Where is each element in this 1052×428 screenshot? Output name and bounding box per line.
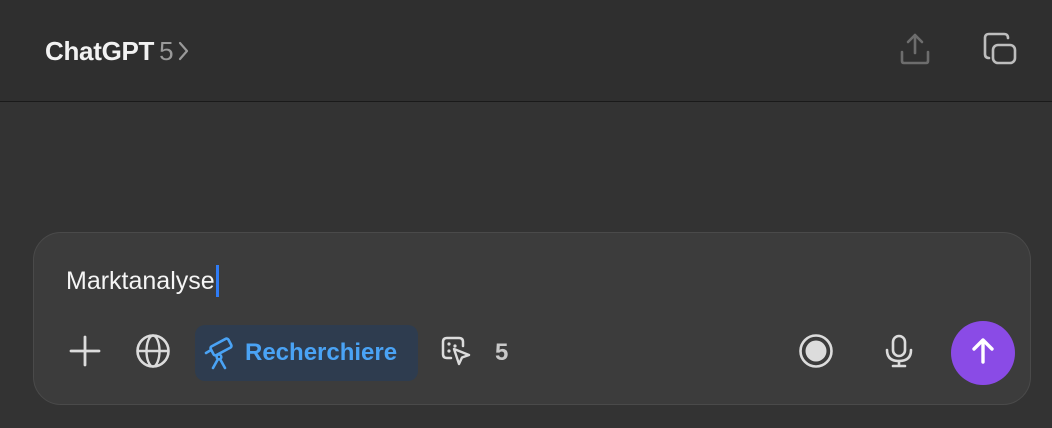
plus-icon	[68, 334, 102, 373]
agent-mode-button[interactable]	[437, 334, 475, 372]
model-version: 5	[159, 35, 174, 66]
text-caret	[215, 265, 219, 297]
share-icon	[897, 31, 933, 72]
globe-icon	[135, 333, 171, 374]
voice-mode-button[interactable]	[797, 333, 835, 374]
microphone-icon	[882, 333, 916, 374]
dictation-button[interactable]	[880, 334, 918, 372]
voice-mode-icon	[798, 333, 834, 374]
chat-window: ChatGPT 5 Marktanalyse Recherchiere 5	[0, 0, 1052, 428]
agent-count: 5	[495, 339, 509, 366]
header-bar: ChatGPT 5	[0, 0, 1052, 102]
web-search-button[interactable]	[134, 333, 172, 374]
deep-research-toggle[interactable]: Recherchiere	[195, 325, 418, 381]
model-name: ChatGPT	[45, 35, 155, 66]
prompt-input[interactable]: Marktanalyse	[66, 261, 219, 301]
arrow-up-icon	[968, 336, 998, 371]
agent-cursor-icon	[439, 334, 473, 373]
share-button[interactable]	[895, 31, 935, 71]
temporary-chat-icon	[981, 30, 1019, 73]
temporary-chat-button[interactable]	[980, 31, 1020, 71]
deep-research-label: Recherchiere	[245, 339, 398, 366]
prompt-text: Marktanalyse	[66, 266, 215, 295]
chevron-right-icon	[178, 41, 190, 61]
telescope-icon	[203, 336, 237, 370]
add-attachment-button[interactable]	[66, 334, 104, 372]
model-switcher[interactable]: ChatGPT 5	[45, 33, 190, 69]
message-composer: Marktanalyse Recherchiere 5	[33, 232, 1031, 405]
send-button[interactable]	[951, 321, 1015, 385]
